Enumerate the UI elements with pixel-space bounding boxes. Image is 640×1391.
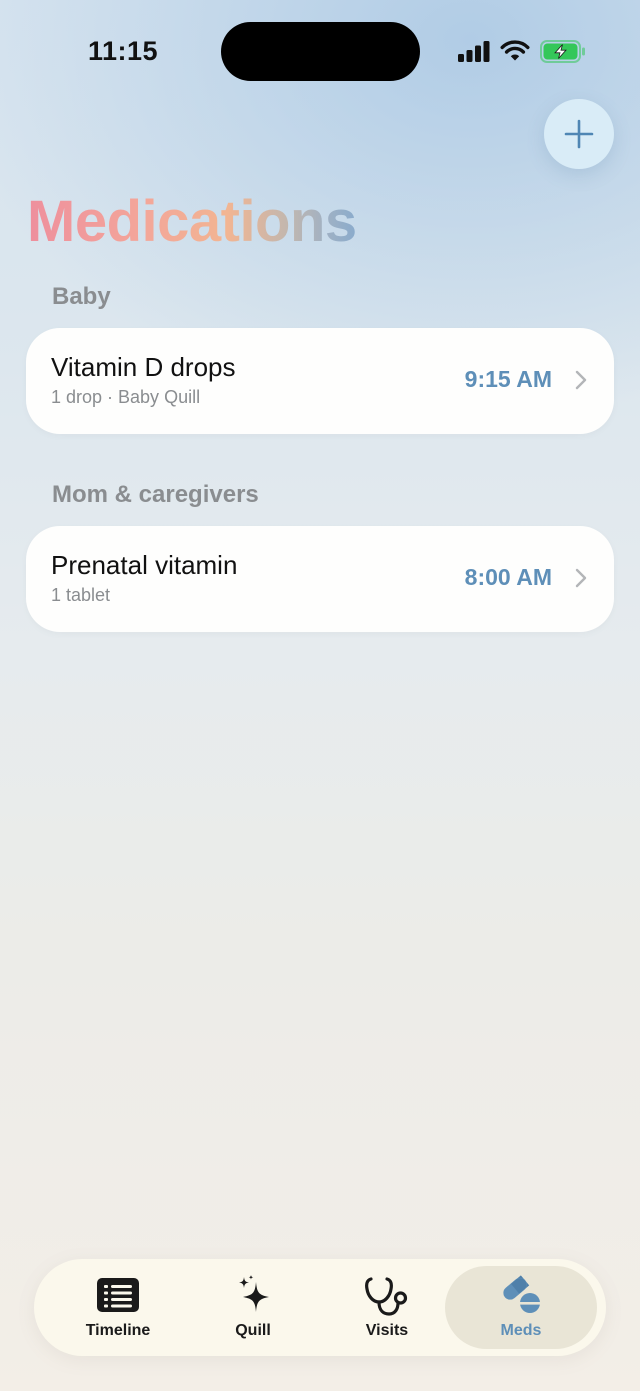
- tab-bar: Timeline Quill Visits Meds: [34, 1259, 606, 1356]
- plus-icon: [564, 119, 594, 149]
- battery-charging-icon: [540, 40, 585, 63]
- tab-meds[interactable]: Meds: [445, 1266, 597, 1349]
- add-medication-button[interactable]: [544, 99, 614, 169]
- medication-name: Vitamin D drops: [51, 352, 236, 382]
- page-title: Medications: [27, 189, 357, 254]
- status-time: 11:15: [88, 36, 159, 66]
- chevron-right-icon: [575, 568, 587, 588]
- medication-card-vitamin-d[interactable]: Vitamin D drops 1 drop · Baby Quill 9:15…: [26, 328, 614, 434]
- tab-label: Visits: [365, 1322, 409, 1339]
- wifi-icon: [500, 40, 530, 61]
- medication-name: Prenatal vitamin: [51, 550, 238, 580]
- chevron-right-icon: [575, 370, 587, 390]
- stethoscope-icon: [365, 1277, 408, 1316]
- cellular-signal-icon: [458, 41, 490, 62]
- section-label-mom-caregivers: Mom & caregivers: [52, 481, 259, 508]
- medication-time: 8:00 AM: [464, 564, 552, 590]
- tab-timeline[interactable]: Timeline: [42, 1266, 194, 1349]
- tab-visits[interactable]: Visits: [311, 1266, 463, 1349]
- tab-label: Quill: [235, 1322, 271, 1339]
- medication-detail: 1 drop · Baby Quill: [51, 387, 201, 407]
- tab-label: Timeline: [85, 1322, 151, 1339]
- tab-label: Meds: [500, 1322, 542, 1339]
- sparkle-icon: [239, 1275, 269, 1312]
- pills-icon: [503, 1275, 541, 1313]
- tab-quill[interactable]: Quill: [177, 1266, 329, 1349]
- medication-time: 9:15 AM: [464, 366, 552, 392]
- dynamic-island: [221, 22, 420, 81]
- section-label-baby: Baby: [52, 283, 111, 310]
- list-icon: [97, 1278, 139, 1312]
- medication-detail: 1 tablet: [51, 585, 111, 605]
- medications-screen: 11:15 Medications Baby Vitamin D drops 1…: [0, 0, 640, 1391]
- medication-card-prenatal-vitamin[interactable]: Prenatal vitamin 1 tablet 8:00 AM: [26, 526, 614, 632]
